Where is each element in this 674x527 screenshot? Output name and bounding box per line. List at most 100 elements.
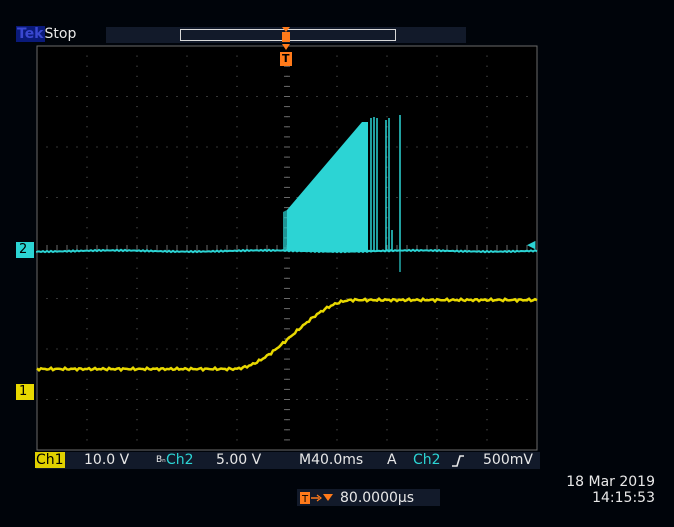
grid-dot: [486, 257, 488, 259]
grid-dot: [256, 96, 258, 97]
grid-dot: [146, 197, 148, 198]
trigger-source[interactable]: Ch2: [413, 452, 441, 469]
grid-dot: [336, 378, 338, 380]
grid-dot: [426, 197, 428, 198]
grid-dot: [536, 348, 538, 350]
grid-dot: [496, 348, 498, 350]
grid-dot: [426, 348, 428, 350]
grid-dot: [136, 207, 138, 209]
grid-dot: [156, 96, 158, 97]
grid-dot: [136, 348, 138, 350]
grid-dot: [486, 146, 488, 148]
grid-dot: [276, 197, 278, 198]
grid-dot: [86, 75, 88, 77]
grid-dot: [96, 348, 98, 350]
grid-dot: [96, 146, 98, 148]
grid-dot: [306, 146, 308, 148]
grid-dot: [436, 186, 438, 188]
trigger-marker[interactable]: T: [280, 44, 292, 70]
ch2-scale: 5.00 V: [216, 452, 262, 468]
grid-dot: [236, 439, 238, 441]
grid-dot: [86, 156, 88, 158]
grid-dot: [436, 277, 438, 279]
grid-dot: [356, 96, 358, 97]
grid-dot: [186, 399, 188, 400]
ch1-ground-marker[interactable]: 1: [16, 384, 34, 400]
grid-dot: [86, 409, 88, 411]
grid-dot: [186, 217, 188, 219]
grid-dot: [316, 146, 318, 148]
grid-dot: [386, 328, 388, 330]
grid-dot: [236, 277, 238, 279]
grid-dot: [226, 146, 228, 148]
grid-dot: [336, 439, 338, 441]
grid-dot: [506, 348, 508, 350]
grid-dot: [486, 126, 488, 128]
grid-dot: [76, 96, 78, 97]
grid-dot: [136, 136, 138, 138]
grid-dot: [496, 197, 498, 198]
grid-dot: [426, 298, 428, 299]
grid-dot: [486, 106, 488, 108]
grid-dot: [186, 176, 188, 178]
grid-dot: [366, 298, 368, 299]
ch2-label[interactable]: Ch2: [166, 452, 194, 469]
grid-dot: [246, 298, 248, 299]
ch1-readout[interactable]: Ch1: [35, 452, 65, 469]
grid-dot: [86, 338, 88, 340]
grid-dot: [486, 277, 488, 279]
grid-dot: [196, 399, 198, 400]
grid-dot: [186, 348, 188, 350]
grid-dot: [236, 45, 238, 47]
grid-dot: [436, 55, 438, 57]
grid-dot: [296, 96, 298, 97]
grid-dot: [436, 308, 438, 310]
grid-dot: [326, 146, 328, 148]
grid-dot: [86, 166, 88, 168]
grid-dot: [36, 399, 38, 400]
grid-dot: [136, 308, 138, 310]
ch2-ground-marker[interactable]: 2: [16, 242, 34, 258]
grid-dot: [226, 197, 228, 198]
grid-dot: [136, 419, 138, 421]
grid-dot: [336, 146, 338, 148]
grid-dot: [376, 348, 378, 350]
grid-dot: [336, 298, 338, 299]
grid-dot: [236, 358, 238, 360]
grid-dot: [166, 96, 168, 97]
grid-dot: [236, 409, 238, 411]
grid-dot: [486, 197, 488, 198]
trigger-position-top-marker[interactable]: [281, 27, 291, 42]
ch2-burst-edge: [283, 210, 287, 251]
grid-dot: [386, 399, 388, 400]
grid-dot: [386, 85, 388, 87]
timebase-readout[interactable]: M40.0ms: [299, 452, 363, 469]
grid-dot: [436, 388, 438, 390]
grid-dot: [436, 429, 438, 431]
grid-dot: [346, 96, 348, 97]
grid-dot: [196, 146, 198, 148]
grid-dot: [346, 298, 348, 299]
grid-dot: [526, 146, 528, 148]
grid-dot: [136, 217, 138, 219]
grid-dot: [136, 156, 138, 158]
grid-dot: [236, 287, 238, 289]
grid-dot: [66, 146, 68, 148]
grid-dot: [166, 399, 168, 400]
grid-dot: [486, 116, 488, 118]
grid-dot: [306, 399, 308, 400]
grid-dot: [236, 96, 238, 97]
acquisition-status: Stop: [44, 26, 77, 42]
grid-dot: [66, 399, 68, 400]
grid-dot: [126, 298, 128, 299]
grid-dot: [136, 106, 138, 108]
grid-dot: [226, 399, 228, 400]
grid-dot: [196, 298, 198, 299]
grid-dot: [136, 318, 138, 320]
grid-dot: [236, 136, 238, 138]
grid-dot: [236, 318, 238, 320]
grid-dot: [36, 298, 38, 299]
grid-dot: [36, 146, 38, 148]
grid-dot: [336, 277, 338, 279]
grid-dot: [486, 287, 488, 289]
